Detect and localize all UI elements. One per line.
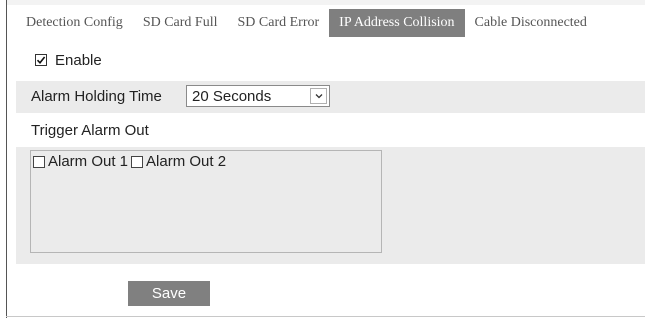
enable-row: Enable bbox=[35, 50, 102, 70]
alarm-out-items: Alarm Out 1 Alarm Out 2 bbox=[33, 153, 229, 171]
frame-bottom-border bbox=[6, 316, 645, 317]
chevron-down-icon[interactable] bbox=[310, 88, 327, 104]
checkmark-icon bbox=[36, 56, 46, 65]
alarm-out-1-label: Alarm Out 1 bbox=[48, 153, 129, 170]
tab-ip-address-collision[interactable]: IP Address Collision bbox=[329, 9, 465, 37]
save-button[interactable]: Save bbox=[128, 281, 210, 306]
alarm-holding-time-value: 20 Seconds bbox=[192, 87, 272, 105]
top-strip bbox=[7, 0, 645, 5]
enable-label: Enable bbox=[55, 51, 102, 69]
alarm-holding-time-label: Alarm Holding Time bbox=[31, 88, 162, 105]
trigger-alarm-out-label: Trigger Alarm Out bbox=[31, 122, 149, 139]
alarm-out-2-option[interactable]: Alarm Out 2 bbox=[131, 153, 226, 171]
frame-left-border bbox=[6, 0, 7, 318]
tab-detection-config[interactable]: Detection Config bbox=[16, 9, 133, 37]
alarm-out-2-label: Alarm Out 2 bbox=[146, 153, 227, 170]
enable-checkbox[interactable] bbox=[35, 54, 47, 66]
tab-sd-card-full[interactable]: SD Card Full bbox=[133, 9, 228, 37]
tab-sd-card-error[interactable]: SD Card Error bbox=[228, 9, 330, 37]
tab-cable-disconnected[interactable]: Cable Disconnected bbox=[465, 9, 597, 37]
tab-bar: Detection Config SD Card Full SD Card Er… bbox=[16, 9, 597, 37]
alarm-out-1-option[interactable]: Alarm Out 1 bbox=[33, 153, 128, 171]
alarm-out-1-checkbox[interactable] bbox=[33, 156, 45, 168]
alarm-out-2-checkbox[interactable] bbox=[131, 156, 144, 168]
alarm-holding-time-select[interactable]: 20 Seconds bbox=[186, 85, 330, 107]
